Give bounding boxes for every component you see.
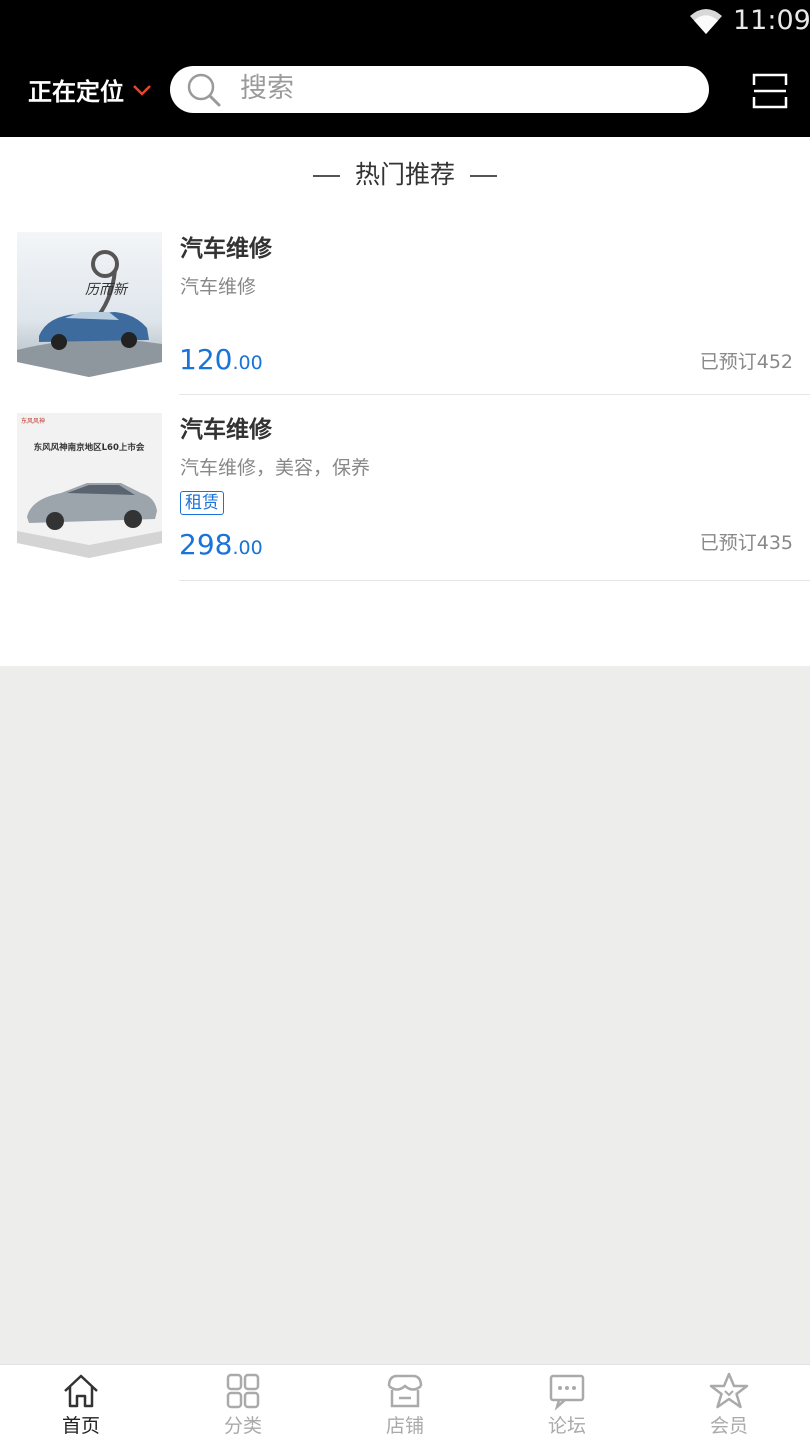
forum-icon bbox=[549, 1374, 585, 1411]
home-icon bbox=[64, 1374, 98, 1408]
tab-forum[interactable]: 论坛 bbox=[486, 1365, 648, 1440]
store-icon bbox=[387, 1374, 423, 1408]
sold-count: 已预订435 bbox=[699, 532, 793, 554]
status-time: 11:09 bbox=[733, 5, 810, 36]
product-item[interactable]: 历而新 汽车维修 汽车维修 120.00 已预订452 bbox=[0, 232, 810, 395]
content-panel: 热门推荐 历而新 汽车维修 汽车维修 120.00 已预订452 东风风神 东风… bbox=[0, 137, 810, 666]
price-integer: 120 bbox=[179, 343, 233, 376]
tab-label: 店铺 bbox=[385, 1415, 424, 1437]
app-header: 正在定位 搜索 bbox=[0, 42, 810, 137]
search-icon bbox=[187, 73, 221, 107]
tab-store[interactable]: 店铺 bbox=[324, 1365, 486, 1440]
section-title: 热门推荐 bbox=[354, 160, 455, 189]
grid-icon bbox=[226, 1373, 260, 1409]
product-price: 298.00 bbox=[179, 528, 263, 566]
product-name: 汽车维修 bbox=[180, 417, 272, 443]
product-thumbnail: 历而新 bbox=[17, 232, 162, 377]
price-decimal: .00 bbox=[232, 352, 263, 374]
product-tag: 租赁 bbox=[180, 491, 224, 515]
thumb-caption: 东风风神南京地区L60上市会 bbox=[34, 442, 145, 453]
price-decimal: .00 bbox=[232, 537, 263, 559]
status-bar: 11:09 bbox=[0, 0, 810, 42]
star-icon bbox=[709, 1372, 749, 1409]
scan-icon[interactable] bbox=[752, 73, 788, 109]
svg-text:东风风神: 东风风神 bbox=[21, 417, 45, 425]
divider bbox=[179, 580, 810, 581]
section-header: 热门推荐 bbox=[0, 159, 810, 191]
location-label: 正在定位 bbox=[28, 78, 124, 106]
sold-count: 已预订452 bbox=[699, 351, 793, 373]
tab-category[interactable]: 分类 bbox=[162, 1365, 324, 1440]
product-thumbnail: 东风风神 东风风神南京地区L60上市会 bbox=[17, 413, 162, 558]
tab-home[interactable]: 首页 bbox=[0, 1365, 162, 1440]
price-integer: 298 bbox=[179, 528, 233, 561]
section-dash-right bbox=[470, 175, 497, 177]
product-name: 汽车维修 bbox=[180, 236, 272, 262]
tab-label: 会员 bbox=[709, 1415, 748, 1437]
thumb-caption: 历而新 bbox=[85, 282, 129, 298]
location-selector[interactable]: 正在定位 bbox=[28, 72, 152, 107]
tab-label: 首页 bbox=[61, 1415, 100, 1437]
product-description: 汽车维修 bbox=[180, 276, 257, 298]
search-placeholder: 搜索 bbox=[240, 73, 294, 104]
tab-member[interactable]: 会员 bbox=[648, 1365, 810, 1440]
bottom-tab-bar: 首页 分类 店铺 论坛 会员 bbox=[0, 1364, 810, 1440]
search-input[interactable]: 搜索 bbox=[170, 66, 709, 113]
tab-label: 分类 bbox=[223, 1415, 262, 1437]
wifi-icon bbox=[690, 9, 722, 34]
divider bbox=[179, 394, 810, 395]
chevron-down-icon bbox=[133, 84, 151, 96]
product-description: 汽车维修，美容，保养 bbox=[180, 457, 371, 479]
tab-label: 论坛 bbox=[547, 1415, 586, 1437]
product-item[interactable]: 东风风神 东风风神南京地区L60上市会 汽车维修 汽车维修，美容，保养 租赁 2… bbox=[0, 413, 810, 581]
section-dash-left bbox=[312, 175, 340, 177]
product-price: 120.00 bbox=[179, 343, 263, 381]
